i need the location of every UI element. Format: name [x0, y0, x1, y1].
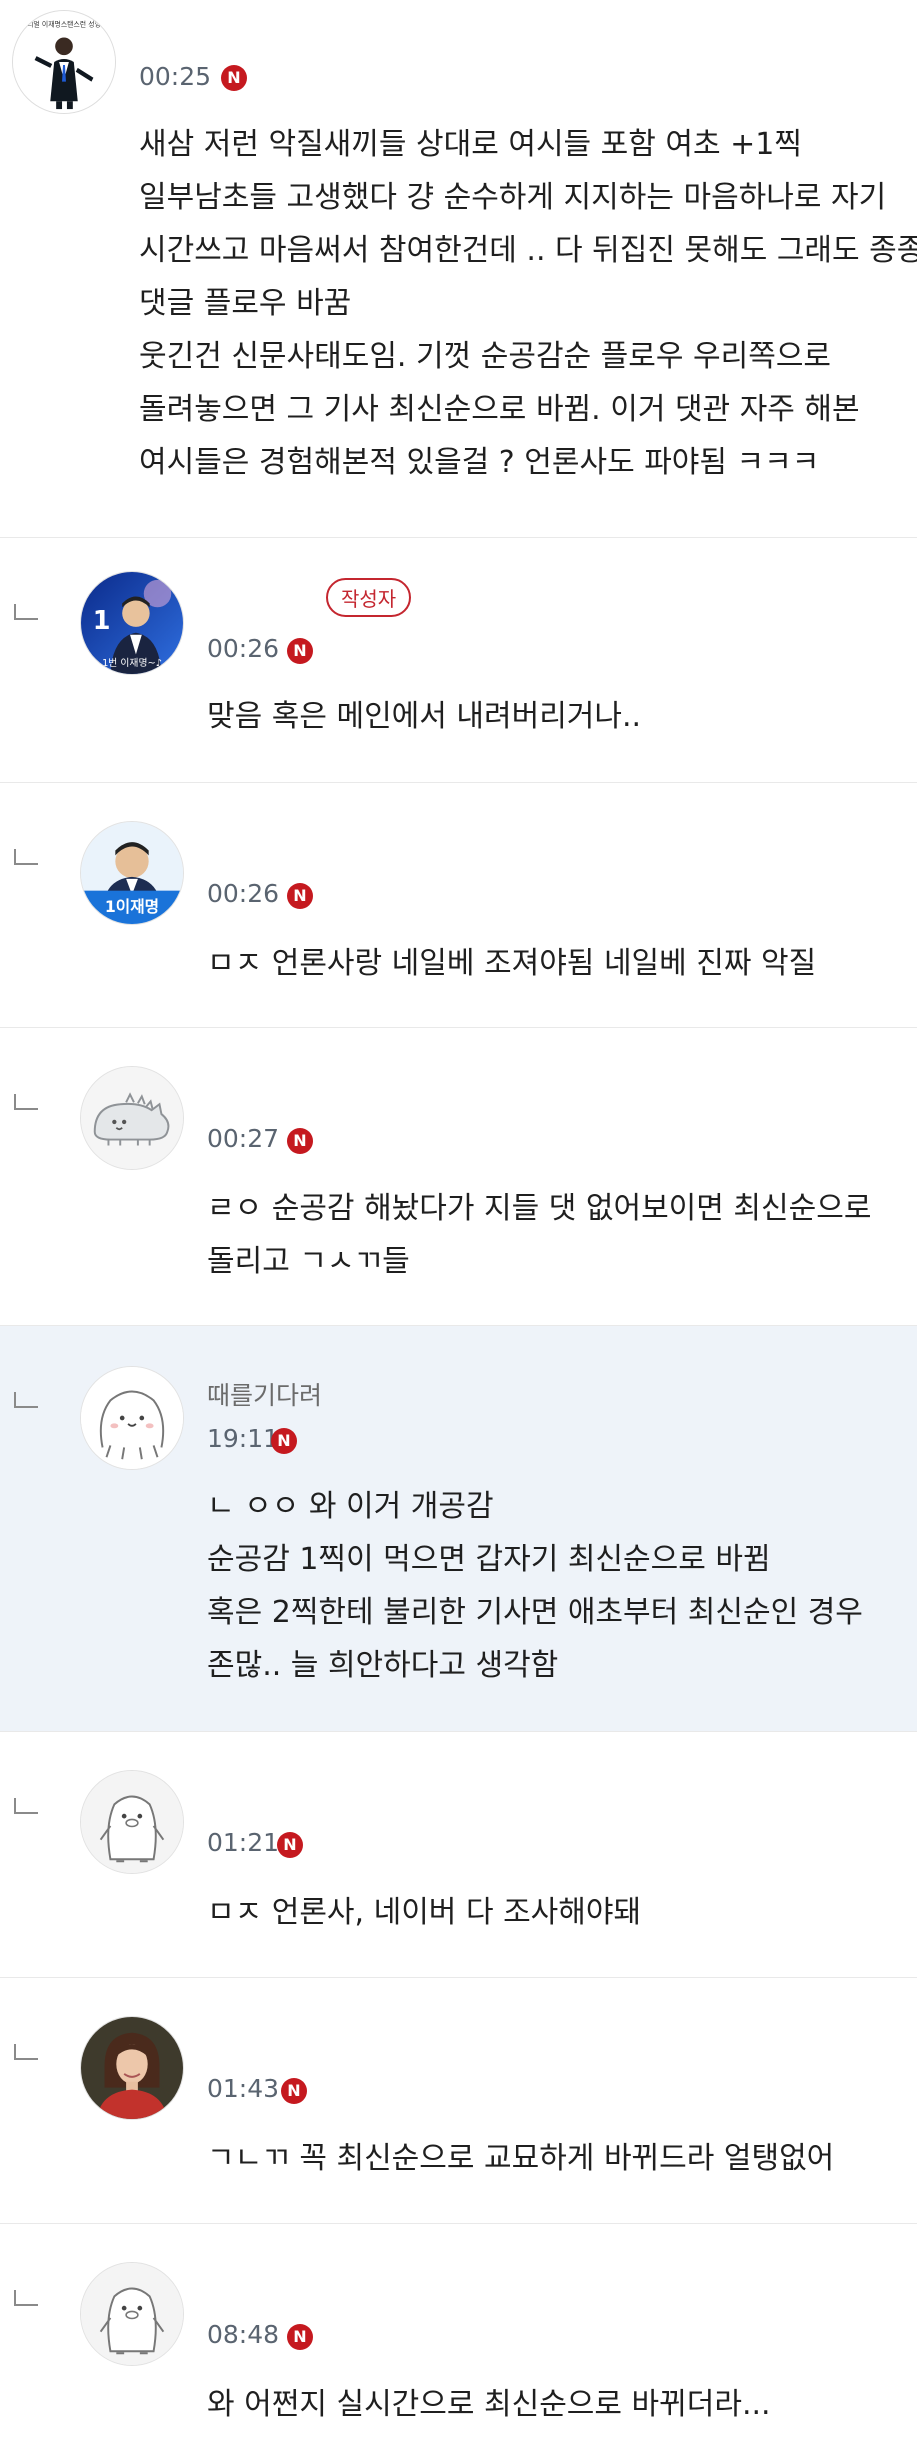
- comment-line: 와 어쩐지 실시간으로 최신순으로 바뀌더라...: [207, 2387, 771, 2422]
- new-badge-icon: N: [277, 1832, 303, 1858]
- comment-reply: 때를기다려 19:11 N ㄴ ㅇㅇ 와 이거 개공감 순공감 1찍이 먹으면 …: [0, 1326, 917, 1732]
- comment-line: ㅁㅈ 언론사랑 네일베 조져야됨 네일베 진짜 악질: [207, 946, 817, 981]
- candidate-icon: 1이재명: [81, 822, 183, 924]
- avatar-caption: 1이재명: [105, 897, 159, 916]
- comment-reply: 08:48 N 와 어쩐지 실시간으로 최신순으로 바뀌더라...: [0, 2224, 917, 2459]
- author-badge: 작성자: [326, 578, 412, 617]
- svg-text:1: 1: [93, 606, 111, 636]
- reply-arrow-icon: [14, 1392, 38, 1408]
- comment-body: 와 어쩐지 실시간으로 최신순으로 바뀌더라...: [207, 2378, 771, 2431]
- comment-line: ㄹㅇ 순공감 해놨다가 지들 댓 없어보이면 최신순으로: [207, 1191, 872, 1226]
- avatar[interactable]: [80, 1366, 184, 1470]
- penguin-icon: [81, 1771, 183, 1873]
- new-badge-icon: N: [271, 1428, 297, 1454]
- comment-body: ㄹㅇ 순공감 해놨다가 지들 댓 없어보이면 최신순으로 돌리고 ㄱㅅㄲ들: [207, 1182, 871, 1288]
- new-badge-icon: N: [287, 1128, 313, 1154]
- comment-line: 돌려놓으면 그 기사 최신순으로 바뀜. 이거 댓관 자주 해본: [139, 392, 860, 427]
- comment-reply: 1이재명 00:26 N ㅁㅈ 언론사랑 네일베 조져야됨 네일베 진짜 악질: [0, 783, 917, 1028]
- new-badge-icon: N: [221, 65, 247, 91]
- comment-line: ㅁㅈ 언론사, 네이버 다 조사해야돼: [207, 1895, 642, 1930]
- candidate-icon: 1 1번 이재명~♪: [81, 572, 183, 674]
- comment-reply: 01:43 N ㄱㄴㄲ 꼭 최신순으로 교묘하게 바뀌드라 얼탱없어: [0, 1978, 917, 2224]
- comment-body: ㄱㄴㄲ 꼭 최신순으로 교묘하게 바뀌드라 얼탱없어: [207, 2132, 834, 2185]
- comment-body: ㄴ ㅇㅇ 와 이거 개공감 순공감 1찍이 먹으면 갑자기 최신순으로 바뀜 혹…: [207, 1480, 863, 1692]
- comment-body: 새삼 저런 악질새끼들 상대로 여시들 포함 여초 +1찍 일부남초들 고생했다…: [139, 118, 917, 489]
- new-badge-icon: N: [287, 883, 313, 909]
- blob-icon: [81, 1367, 183, 1469]
- comment-time: 01:43: [207, 2074, 280, 2103]
- comment-time: 00:26: [207, 634, 280, 663]
- comment-time: 00:25: [139, 62, 212, 91]
- poster-icon: 리얼 이재명스탠스런 성향: [13, 11, 115, 113]
- comment-line: ㄴ ㅇㅇ 와 이거 개공감: [207, 1489, 494, 1524]
- comment-line: 일부남초들 고생했다 걍 순수하게 지지하는 마음하나로 자기: [139, 180, 887, 215]
- comment-line: 시간쓰고 마음써서 참여한건데 .. 다 뒤집진 못해도 그래도 종종: [139, 233, 917, 268]
- comment-line: 존많.. 늘 희안하다고 생각함: [207, 1648, 559, 1683]
- comment-reply: 01:21 N ㅁㅈ 언론사, 네이버 다 조사해야돼: [0, 1732, 917, 1978]
- woman-photo-icon: [81, 2017, 183, 2119]
- comment-time: 19:11: [207, 1424, 280, 1453]
- comment-line: 여시들은 경험해본적 있을걸 ? 언론사도 파야됨 ㅋㅋㅋ: [139, 445, 820, 480]
- comment-time: 00:27: [207, 1124, 280, 1153]
- avatar[interactable]: 리얼 이재명스탠스런 성향: [12, 10, 116, 114]
- dino-icon: [81, 1067, 183, 1169]
- reply-arrow-icon: [14, 604, 38, 620]
- reply-arrow-icon: [14, 2290, 38, 2306]
- comment-body: ㅁㅈ 언론사랑 네일베 조져야됨 네일베 진짜 악질: [207, 937, 816, 990]
- comment-time: 08:48: [207, 2320, 280, 2349]
- comment-body: ㅁㅈ 언론사, 네이버 다 조사해야돼: [207, 1886, 641, 1939]
- comment-time: 00:26: [207, 879, 280, 908]
- comment-line: 돌리고 ㄱㅅㄲ들: [207, 1244, 410, 1279]
- comment-time: 01:21: [207, 1828, 280, 1857]
- comment-line: ㄱㄴㄲ 꼭 최신순으로 교묘하게 바뀌드라 얼탱없어: [207, 2141, 835, 2176]
- comment: 리얼 이재명스탠스런 성향 00:25 N 새삼 저런 악질새끼들 상대로 여시…: [0, 0, 917, 538]
- avatar[interactable]: 1이재명: [80, 821, 184, 925]
- comment-line: 댓글 플로우 바꿈: [139, 286, 352, 321]
- penguin-icon: [81, 2263, 183, 2365]
- avatar-caption: 리얼 이재명스탠스런 성향: [27, 20, 101, 29]
- reply-arrow-icon: [14, 1798, 38, 1814]
- new-badge-icon: N: [287, 2324, 313, 2350]
- reply-arrow-icon: [14, 2044, 38, 2060]
- comment-line: 순공감 1찍이 먹으면 갑자기 최신순으로 바뀜: [207, 1542, 771, 1577]
- comment-line: 새삼 저런 악질새끼들 상대로 여시들 포함 여초 +1찍: [139, 127, 802, 162]
- comment-body: 맞음 혹은 메인에서 내려버리거나..: [207, 690, 641, 743]
- comment-line: 맞음 혹은 메인에서 내려버리거나..: [207, 699, 642, 734]
- avatar-caption: 1번 이재명~♪: [102, 657, 162, 669]
- avatar[interactable]: [80, 2262, 184, 2366]
- reply-arrow-icon: [14, 849, 38, 865]
- new-badge-icon: N: [281, 2078, 307, 2104]
- reply-arrow-icon: [14, 1094, 38, 1110]
- avatar[interactable]: [80, 1770, 184, 1874]
- new-badge-icon: N: [287, 638, 313, 664]
- avatar[interactable]: [80, 2016, 184, 2120]
- comment-reply: 00:27 N ㄹㅇ 순공감 해놨다가 지들 댓 없어보이면 최신순으로 돌리고…: [0, 1028, 917, 1326]
- comment-line: 혹은 2찍한테 불리한 기사면 애초부터 최신순인 경우: [207, 1595, 863, 1630]
- nickname[interactable]: 때를기다려: [207, 1376, 322, 1412]
- avatar[interactable]: [80, 1066, 184, 1170]
- avatar[interactable]: 1 1번 이재명~♪: [80, 571, 184, 675]
- comment-line: 웃긴건 신문사태도임. 기껏 순공감순 플로우 우리쪽으로: [139, 339, 832, 374]
- comment-reply: 1 1번 이재명~♪ 작성자 00:26 N 맞음 혹은 메인에서 내려버리거나…: [0, 538, 917, 783]
